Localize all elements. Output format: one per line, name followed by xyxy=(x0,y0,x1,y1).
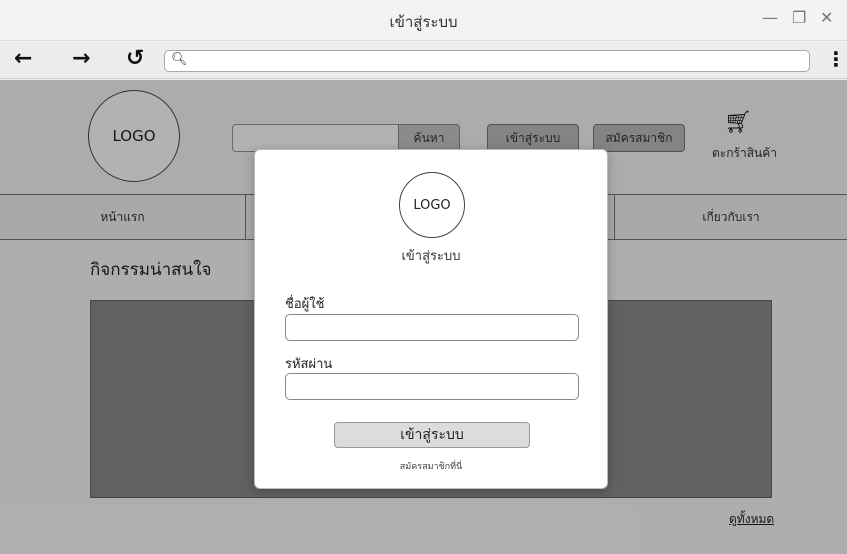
login-submit-button[interactable]: เข้าสู่ระบบ xyxy=(334,422,530,448)
back-arrow-icon[interactable]: ← xyxy=(14,46,32,71)
browser-menu-icon[interactable]: ⋮ xyxy=(826,47,846,71)
restore-icon[interactable]: ❐ xyxy=(792,8,806,27)
register-link[interactable]: สมัครสมาชิกที่นี่ xyxy=(255,459,607,473)
username-input[interactable] xyxy=(285,314,579,341)
modal-logo: LOGO xyxy=(399,172,465,238)
password-input[interactable] xyxy=(285,373,579,400)
address-bar[interactable]: 🔍︎ xyxy=(164,50,810,72)
browser-toolbar: ← → ↺ 🔍︎ ⋮ xyxy=(0,42,847,79)
minimize-icon[interactable]: — xyxy=(762,8,778,27)
window-titlebar: เข้าสู่ระบบ — ❐ ✕ xyxy=(0,0,847,41)
magnifier-icon: 🔍︎ xyxy=(171,52,188,67)
password-label: รหัสผ่าน xyxy=(285,357,333,372)
close-icon[interactable]: ✕ xyxy=(820,8,833,27)
login-modal: LOGO เข้าสู่ระบบ ชื่อผู้ใช้ รหัสผ่าน เข้… xyxy=(254,149,608,489)
window-title: เข้าสู่ระบบ xyxy=(389,13,458,31)
reload-icon[interactable]: ↺ xyxy=(126,46,144,71)
modal-title: เข้าสู่ระบบ xyxy=(401,249,461,264)
username-label: ชื่อผู้ใช้ xyxy=(285,297,325,312)
forward-arrow-icon[interactable]: → xyxy=(72,46,90,71)
address-input[interactable] xyxy=(189,53,799,69)
